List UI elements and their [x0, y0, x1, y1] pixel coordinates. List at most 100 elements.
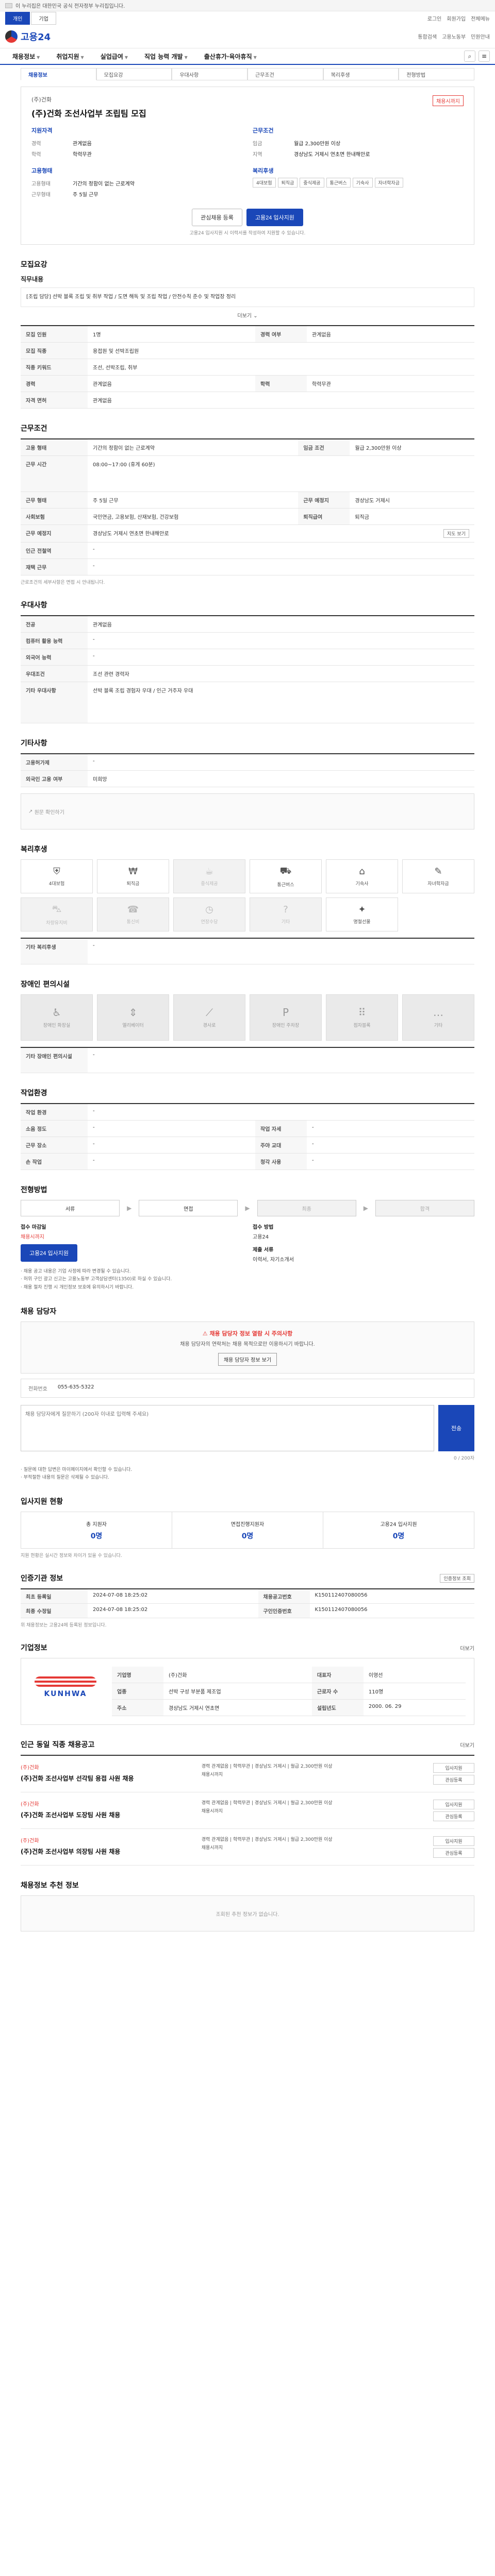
- info-footnote: 위 채용정보는 고용24에 등록된 정보입니다.: [21, 1623, 107, 1629]
- tab-prefer[interactable]: 우대사항: [172, 68, 248, 80]
- header-link-civil[interactable]: 민원안내: [471, 32, 490, 40]
- elevator-icon: ⇕: [128, 1006, 138, 1019]
- job-bookmark-button[interactable]: 관심등록: [433, 1848, 474, 1858]
- process-step: 면접: [139, 1200, 238, 1216]
- summary-row: 임금 월급 2,300만원 이상: [253, 138, 464, 148]
- list-item[interactable]: (주)건화 (주)건화 조선사업부 의장팀 사원 채용 경력 관계없음 | 학력무…: [21, 1829, 474, 1866]
- table-row: 근무 장소 - 주야 교대 -: [21, 1137, 474, 1154]
- apply-button[interactable]: 고용24 입사지원: [246, 209, 303, 226]
- tab-job-info[interactable]: 채용정보: [21, 68, 96, 80]
- car-icon: ⛍: [52, 903, 62, 914]
- header-link-search[interactable]: 통합검색: [418, 32, 437, 40]
- table-row: 최종 수정일 2024-07-08 18:25:02 구인인증번호 K15011240…: [21, 1603, 474, 1619]
- disability-item: … 기타: [402, 994, 474, 1041]
- welfare-item: ☕ 중식제공: [173, 859, 245, 893]
- step-label: 합격: [420, 1206, 430, 1212]
- qna-send-button[interactable]: 전송: [438, 1404, 474, 1451]
- cert-info-button[interactable]: 인증정보 조회: [440, 1573, 474, 1583]
- job-title-link[interactable]: (주)건화 조선사업부 선각팀 용접 사원 채용: [21, 1774, 202, 1783]
- nav-item-training[interactable]: 직업 능력 개발 ▼: [137, 52, 195, 61]
- job-apply-button[interactable]: 입사지원: [433, 1800, 474, 1810]
- note-item: · 질문에 대한 답변은 마이페이지에서 확인할 수 있습니다.: [21, 1467, 133, 1472]
- row-value: 2000. 06. 29: [363, 1699, 466, 1717]
- welfare-chip: 4대보험: [253, 178, 276, 188]
- qna-notes: · 질문에 대한 답변은 마이페이지에서 확인할 수 있습니다. · 부적절한 …: [21, 1466, 474, 1482]
- row-value: 월급 2,300만원 이상: [350, 439, 474, 456]
- job-apply-button[interactable]: 입사지원: [433, 1763, 474, 1773]
- table-row: 소음 정도 - 작업 자세 -: [21, 1120, 474, 1137]
- process-apply-button[interactable]: 고용24 입사지원: [21, 1244, 78, 1262]
- header-link-ministry[interactable]: 고용노동부: [442, 32, 466, 40]
- phone-value: 055-635-5322: [57, 1384, 94, 1390]
- disability-item: ⟋ 경사로: [173, 994, 245, 1041]
- welfare-item: ☎ 통신비: [97, 897, 169, 931]
- all-menu-link[interactable]: 전체메뉴: [471, 14, 490, 22]
- row-key: 외국어 능력: [21, 649, 88, 666]
- signup-link[interactable]: 회원가입: [447, 14, 466, 22]
- map-button[interactable]: 지도 보기: [443, 529, 469, 538]
- view-contact-button[interactable]: 채용 담당자 정보 보기: [218, 1352, 277, 1366]
- job-title-link[interactable]: (주)건화 조선사업부 의장팀 사원 채용: [21, 1847, 202, 1856]
- util-bar: 개인 기업 로그인 회원가입 전체메뉴: [0, 11, 495, 25]
- welfare-grid: ⛨ 4대보험 ₩ 퇴직금 ☕ 중식제공 ⛟ 통근버스 ⌂ 기숙사 ✎ 자녀학자금 ⛍ 차량유지…: [21, 859, 474, 931]
- docs-value: 이력서, 자기소개서: [253, 1257, 294, 1263]
- table-row: 외국인 고용 여부 미희망: [21, 770, 474, 787]
- job-apply-button[interactable]: 입사지원: [433, 1836, 474, 1846]
- summary-value: 월급 2,300만원 이상: [294, 141, 341, 147]
- list-item[interactable]: (주)건화 (주)건화 조선사업부 도장팀 사원 채용 경력 관계없음 | 학력무…: [21, 1792, 474, 1829]
- company-more-link[interactable]: 더보기: [460, 1644, 474, 1652]
- recommend-empty: 조회된 추천 정보가 없습니다.: [21, 1895, 474, 1932]
- duty-text: [조립 담당] 선박 블록 조립 및 취부 작업 / 도면 해독 및 조립 작업…: [26, 294, 236, 300]
- recommend-section-title: 채용정보 추천 정보: [21, 1882, 79, 1890]
- site-logo[interactable]: 고용24: [5, 30, 51, 43]
- disability-label: 장애인 화장실: [43, 1023, 71, 1028]
- original-link-label: 원문 확인하기: [34, 809, 64, 816]
- nav-item-jobs[interactable]: 채용정보 ▼: [5, 52, 47, 61]
- row-key: 근무 예정지: [21, 524, 88, 543]
- disability-item: ⠿ 점자블록: [326, 994, 398, 1041]
- tab-welfare[interactable]: 복리후생: [323, 68, 399, 80]
- tab-work[interactable]: 근무조건: [248, 68, 323, 80]
- welfare-item: ✎ 자녀학자금: [402, 859, 474, 893]
- company-name[interactable]: (주)건화: [31, 95, 146, 104]
- detail-tabs: 채용정보 모집요강 우대사항 근무조건 복리후생 전형방법: [0, 68, 495, 80]
- duty-more-button[interactable]: 더보기 ⌄: [21, 311, 474, 319]
- table-row: 사회보험 국민연금, 고용보험, 산재보험, 건강보험 퇴직급여 퇴직금: [21, 508, 474, 525]
- nav-item-leave[interactable]: 출산휴가·육아휴직 ▼: [197, 52, 264, 61]
- welfare-label: 통근버스: [277, 882, 294, 888]
- nav-item-label: 출산휴가·육아휴직: [204, 53, 252, 60]
- tab-recruit[interactable]: 모집요강: [96, 68, 172, 80]
- login-link[interactable]: 로그인: [427, 14, 442, 22]
- row-value: 경상남도 거제시 연초면 한내해안로: [93, 531, 169, 537]
- row-value: 미희망: [88, 770, 474, 787]
- alert-icon: ⚠: [202, 1330, 210, 1337]
- nav-item-support[interactable]: 취업지원 ▼: [49, 52, 91, 61]
- tab-company[interactable]: 기업: [31, 11, 56, 25]
- job-bookmark-button[interactable]: 관심등록: [433, 1811, 474, 1822]
- menu-icon[interactable]: ≡: [478, 50, 490, 62]
- table-row: 기타 장애인 편의시설 -: [21, 1047, 474, 1073]
- original-link[interactable]: ↗ 원문 확인하기: [21, 793, 474, 829]
- deadline-label: 접수 마감일: [21, 1225, 46, 1230]
- list-item[interactable]: (주)건화 (주)건화 조선사업부 선각팀 용접 사원 채용 경력 관계없음 | …: [21, 1756, 474, 1793]
- qna-input[interactable]: [21, 1404, 434, 1451]
- other-table: 고용허가제 - 외국인 고용 여부 미희망: [21, 753, 474, 787]
- welfare-item: ⛍ 차량유지비: [21, 897, 93, 931]
- row-key: 청각 사용: [255, 1153, 307, 1170]
- bookmark-button[interactable]: 관심채용 등록: [192, 209, 242, 226]
- tab-process[interactable]: 전형방법: [399, 68, 475, 80]
- summary-value: 관계없음: [73, 141, 92, 147]
- stat-value: 0명: [90, 1532, 103, 1540]
- table-row: 기타 우대사항 선박 블록 조립 경험자 우대 / 인근 거주자 우대: [21, 682, 474, 723]
- row-value: 2024-07-08 18:25:02: [88, 1589, 258, 1604]
- tab-personal[interactable]: 개인: [5, 11, 30, 25]
- clock-icon: ◷: [205, 904, 213, 915]
- job-bookmark-button[interactable]: 관심등록: [433, 1775, 474, 1785]
- search-icon[interactable]: ⌕: [464, 50, 475, 62]
- row-value: 조선 관련 경력자: [88, 665, 474, 682]
- other-jobs-more-link[interactable]: 더보기: [460, 1741, 474, 1749]
- meal-icon: ☕: [205, 866, 214, 877]
- row-value: 관계없음: [88, 392, 474, 409]
- job-title-link[interactable]: (주)건화 조선사업부 도장팀 사원 채용: [21, 1810, 202, 1819]
- nav-item-benefit[interactable]: 실업급여 ▼: [93, 52, 135, 61]
